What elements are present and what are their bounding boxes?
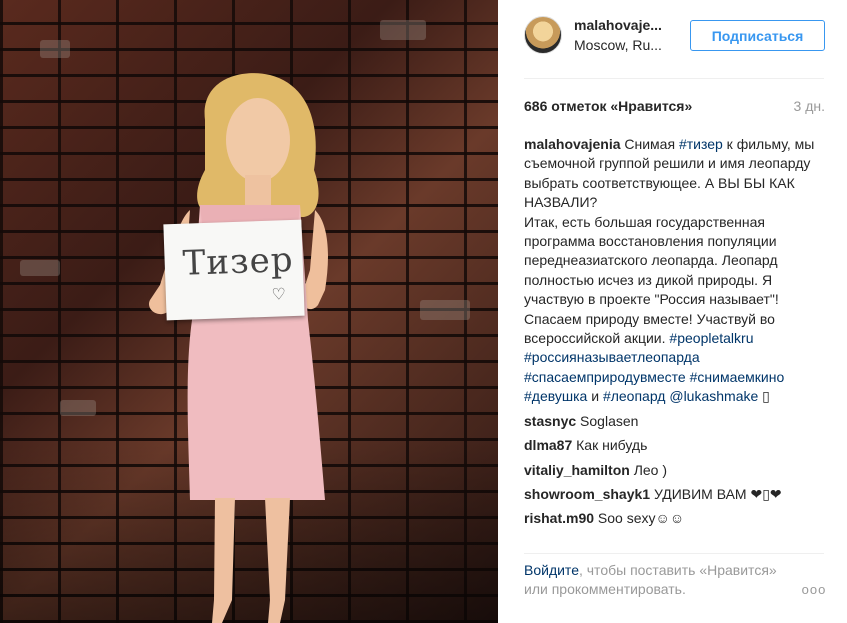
comment-text: Как нибудь	[572, 437, 648, 454]
comment-username[interactable]: rishat.m90	[524, 510, 594, 526]
post-sidebar: malahovaje... Moscow, Ru... Подписаться …	[498, 0, 847, 623]
comment-text: Soo sexy☺☺	[594, 510, 685, 527]
hashtag-link[interactable]: #тизер	[679, 136, 723, 152]
mention-link[interactable]: @lukashmake	[669, 388, 758, 404]
comment-username[interactable]: stasnyc	[524, 413, 576, 429]
divider	[524, 553, 824, 554]
caption-text: и	[587, 388, 603, 405]
comment-username[interactable]: vitaliy_hamilton	[524, 462, 630, 478]
divider	[524, 78, 824, 79]
sign-card: Тизер ♡	[163, 219, 305, 321]
hashtag-link[interactable]: #леопард	[603, 388, 666, 404]
hashtag-link[interactable]: #россияназываетлеопарда	[524, 349, 700, 365]
comment-text: Лео )	[629, 461, 668, 478]
post-time[interactable]: 3 дн.	[794, 98, 825, 114]
caption: malahovajenia Снимая #тизер к фильму, мы…	[524, 135, 824, 407]
comment-text: УДИВИМ ВАМ ❤▯❤	[650, 485, 782, 502]
comment-item: stasnyc Soglasen	[524, 412, 824, 431]
comment-item: rishat.m90 Soo sexy☺☺	[524, 509, 824, 528]
heart-doodle-icon: ♡	[271, 286, 287, 304]
more-options-icon[interactable]: ooo	[801, 582, 827, 597]
comment-username[interactable]: showroom_shayk1	[524, 486, 650, 502]
caption-text: Итак, есть большая государственная прогр…	[524, 213, 779, 347]
caption-username[interactable]: malahovajenia	[524, 136, 621, 152]
login-link[interactable]: Войдите	[524, 562, 579, 578]
location-link[interactable]: Moscow, Ru...	[574, 37, 662, 53]
sign-text: Тизер	[182, 239, 295, 284]
caption-text: ▯	[758, 388, 770, 405]
username-link[interactable]: malahovaje...	[574, 17, 662, 33]
hashtag-link[interactable]: #спасаемприродувместе	[524, 369, 686, 385]
comment-username[interactable]: dlma87	[524, 437, 572, 453]
likes-count[interactable]: 686 отметок «Нравится»	[524, 98, 692, 114]
hashtag-link[interactable]: #снимаемкино	[690, 369, 785, 385]
post-photo: Тизер ♡	[0, 0, 498, 623]
follow-button[interactable]: Подписаться	[690, 20, 825, 51]
comment-text: Soglasen	[576, 412, 639, 429]
login-prompt: Войдите, чтобы поставить «Нравится» или …	[524, 561, 784, 599]
caption-text: Снимая	[620, 136, 679, 152]
avatar[interactable]	[524, 16, 562, 54]
hashtag-link[interactable]: #девушка	[524, 388, 587, 404]
comment-item: vitaliy_hamilton Лео )	[524, 461, 824, 480]
comment-item: dlma87 Как нибудь	[524, 436, 824, 455]
post-header: malahovaje... Moscow, Ru... Подписаться	[498, 0, 847, 78]
comments-list: malahovajenia Снимая #тизер к фильму, мы…	[524, 135, 824, 534]
comment-item: showroom_shayk1 УДИВИМ ВАМ ❤▯❤	[524, 485, 824, 504]
hashtag-link[interactable]: #peopletalkru	[669, 330, 753, 346]
